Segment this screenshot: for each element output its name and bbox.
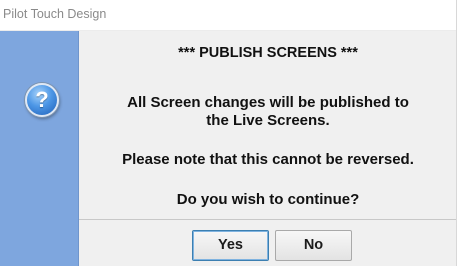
question-mark-icon: ? — [25, 83, 59, 117]
publish-screens-dialog: Pilot Touch Design ? *** PUBLISH SCREENS… — [0, 0, 457, 266]
dialog-sidebar: ? — [0, 31, 79, 266]
title-bar[interactable]: Pilot Touch Design — [0, 0, 456, 31]
warning-note: Please note that this cannot be reversed… — [122, 151, 414, 168]
yes-button[interactable]: Yes — [192, 230, 269, 261]
window-title: Pilot Touch Design — [3, 7, 107, 21]
dialog-heading: *** PUBLISH SCREENS *** — [178, 45, 358, 61]
message-area: *** PUBLISH SCREENS *** All Screen chang… — [79, 31, 456, 217]
button-separator — [79, 219, 456, 220]
question-mark-glyph: ? — [35, 87, 49, 112]
no-button[interactable]: No — [275, 230, 352, 261]
message-line-1: All Screen changes will be published to — [127, 94, 409, 111]
message-line-2: the Live Screens. — [206, 112, 330, 129]
confirm-question: Do you wish to continue? — [176, 191, 360, 208]
